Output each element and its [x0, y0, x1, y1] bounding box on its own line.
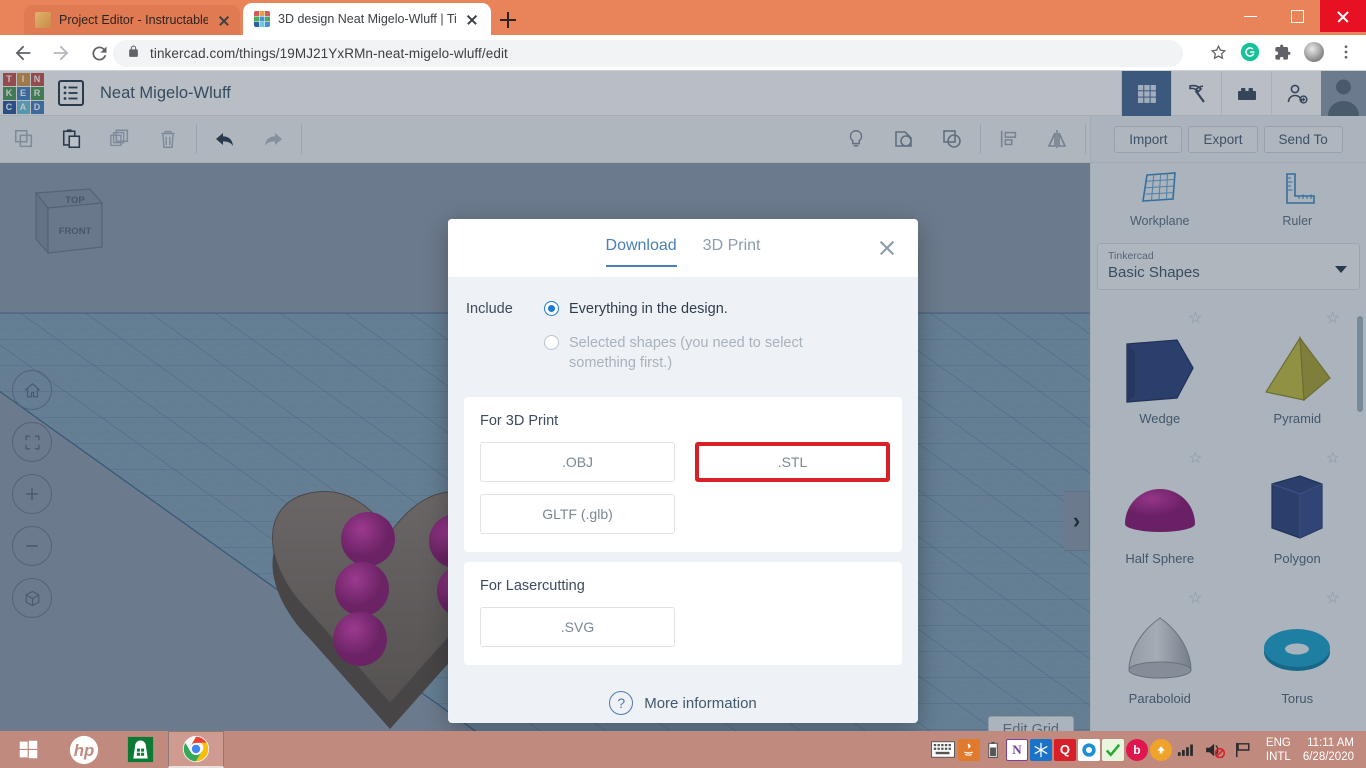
language-indicator[interactable]: ENG INTL — [1266, 736, 1291, 764]
instructables-icon — [35, 12, 51, 28]
grammarly-icon[interactable] — [1236, 38, 1264, 66]
close-icon[interactable] — [464, 11, 480, 27]
radio-option-everything[interactable]: Everything in the design. — [544, 299, 902, 319]
section-title: For Lasercutting — [480, 578, 585, 594]
system-tray: N Q b ENG INTL 11:11 AM 6/28/2020 — [930, 731, 1366, 768]
profile-avatar[interactable] — [1300, 38, 1328, 66]
windows-taskbar: hp N Q b ENG INTL 11:11 AM 6/28/2020 — [0, 731, 1366, 768]
more-information-label: More information — [644, 694, 757, 712]
download-gltf-button[interactable]: GLTF (.glb) — [480, 494, 675, 534]
reload-icon[interactable] — [84, 38, 114, 68]
include-row: Include Everything in the design. Select… — [464, 299, 902, 387]
section-for-3d-print: For 3D Print .OBJ .STL GLTF (.glb) — [464, 397, 902, 552]
browser-tab-title: 3D design Neat Migelo-Wluff | Ti — [278, 12, 456, 26]
address-bar[interactable]: tinkercad.com/things/19MJ21YxRMn-neat-mi… — [113, 40, 1183, 67]
windows-start-icon[interactable] — [0, 731, 56, 768]
hp-icon[interactable]: hp — [56, 731, 112, 768]
radio-button[interactable] — [544, 301, 559, 316]
clock-date: 6/28/2020 — [1302, 750, 1354, 763]
close-icon[interactable] — [216, 12, 232, 28]
minimize-button[interactable] — [1228, 0, 1274, 32]
browser-tab-0[interactable]: Project Editor - Instructables — [24, 5, 240, 35]
microsoft-store-icon[interactable] — [112, 731, 168, 768]
onenote-icon[interactable]: N — [1005, 738, 1028, 761]
svg-text:hp: hp — [74, 741, 94, 760]
question-mark-icon: ? — [609, 691, 634, 715]
radio-label: Everything in the design. — [569, 301, 728, 317]
update-icon[interactable] — [1149, 738, 1172, 761]
battery-icon[interactable] — [982, 739, 1004, 761]
radio-button — [544, 335, 559, 350]
browser-toolbar-right — [1204, 38, 1360, 66]
bookmark-star-icon[interactable] — [1204, 38, 1232, 66]
radio-option-selected-shapes: Selected shapes (you need to select some… — [544, 333, 902, 373]
lock-icon — [127, 45, 140, 63]
tinkercad-app: T I N K E R C A D Neat Migelo-Wluff TOP … — [0, 71, 1366, 768]
include-label: Include — [466, 301, 513, 317]
extensions-puzzle-icon[interactable] — [1268, 38, 1296, 66]
download-modal: Download 3D Print Include Everything in … — [448, 219, 918, 723]
close-window-button[interactable] — [1320, 0, 1366, 32]
section-title: For 3D Print — [480, 413, 559, 429]
tab-3d-print[interactable]: 3D Print — [703, 237, 761, 267]
include-options: Everything in the design. Selected shape… — [544, 299, 902, 387]
tab-download[interactable]: Download — [605, 237, 677, 267]
browser-tab-title: Project Editor - Instructables — [59, 13, 208, 27]
close-icon[interactable] — [878, 239, 896, 257]
radio-label: Selected shapes (you need to select some… — [569, 335, 803, 371]
download-obj-button[interactable]: .OBJ — [480, 442, 675, 482]
chrome-icon[interactable] — [168, 731, 224, 768]
modal-tabs: Download 3D Print — [448, 219, 918, 277]
back-arrow-icon[interactable] — [8, 38, 38, 68]
browser-tab-strip: Project Editor - Instructables 3D design… — [0, 0, 1366, 35]
window-controls — [1228, 0, 1366, 32]
clock-time: 11:11 AM — [1307, 736, 1354, 749]
more-information-link[interactable]: ? More information — [464, 691, 902, 715]
format-buttons: .OBJ .STL GLTF (.glb) — [480, 442, 890, 534]
snowflake-icon[interactable] — [1029, 738, 1052, 761]
url-text: tinkercad.com/things/19MJ21YxRMn-neat-mi… — [150, 46, 508, 61]
modal-body: Include Everything in the design. Select… — [448, 277, 918, 715]
language-line-2: INTL — [1265, 750, 1291, 763]
beats-icon[interactable]: b — [1125, 738, 1148, 761]
download-stl-button[interactable]: .STL — [695, 442, 890, 482]
maximize-button[interactable] — [1274, 0, 1320, 32]
format-buttons: .SVG — [480, 607, 886, 647]
browser-toolbar: tinkercad.com/things/19MJ21YxRMn-neat-mi… — [0, 35, 1366, 71]
language-line-1: ENG — [1265, 736, 1291, 749]
checkmark-icon[interactable] — [1101, 738, 1124, 761]
java-icon[interactable] — [957, 738, 980, 761]
new-tab-button[interactable] — [494, 6, 522, 34]
forward-arrow-icon[interactable] — [46, 38, 76, 68]
signal-bars-icon[interactable] — [1174, 739, 1200, 761]
sync-icon[interactable] — [1077, 738, 1100, 761]
download-svg-button[interactable]: .SVG — [480, 607, 675, 647]
notification-flag-icon[interactable] — [1230, 739, 1256, 761]
browser-tab-1[interactable]: 3D design Neat Migelo-Wluff | Ti — [243, 3, 491, 35]
clock[interactable]: 11:11 AM 6/28/2020 — [1303, 736, 1354, 764]
chrome-menu-icon[interactable] — [1332, 38, 1360, 66]
section-for-lasercutting: For Lasercutting .SVG — [464, 562, 902, 665]
tinkercad-icon — [254, 11, 270, 27]
quicken-icon[interactable]: Q — [1053, 738, 1076, 761]
volume-muted-icon[interactable] — [1202, 739, 1228, 761]
keyboard-icon[interactable] — [930, 739, 956, 761]
